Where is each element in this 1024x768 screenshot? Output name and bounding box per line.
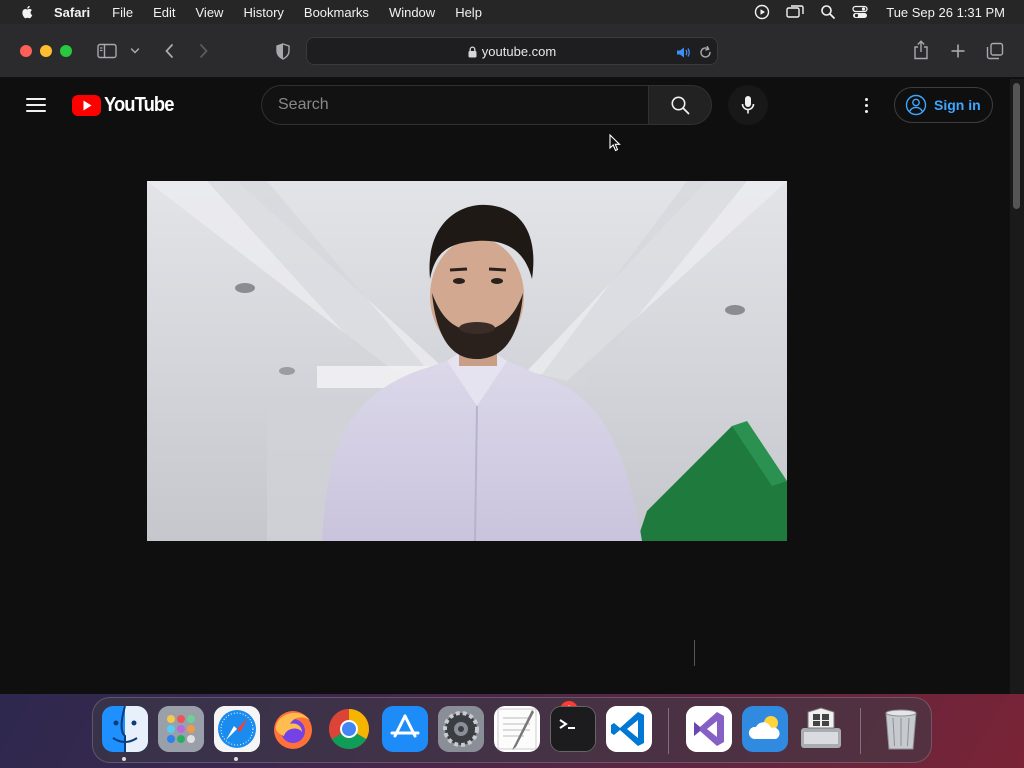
account-circle-icon [905,94,927,116]
menu-bookmarks[interactable]: Bookmarks [304,5,369,20]
youtube-wordmark: YouTube [104,94,174,116]
privacy-shield-icon[interactable] [274,41,292,61]
play-icon[interactable] [754,4,770,20]
back-chevron-icon[interactable] [160,41,178,61]
dock-separator [668,708,669,754]
firefox-icon [274,711,312,749]
youtube-logo[interactable]: YouTube [72,94,180,117]
terminal-icon [551,707,595,751]
textedit-icon [497,708,537,750]
dock-app-launchpad[interactable] [158,706,204,752]
tab-group-chevron-down-icon[interactable] [129,44,141,58]
lock-icon [468,45,477,57]
apple-menu-icon[interactable] [19,4,35,20]
dock-separator-trash [860,708,861,754]
menu-window[interactable]: Window [389,5,435,20]
dock-app-chrome[interactable] [326,706,372,752]
menu-edit[interactable]: Edit [153,5,175,20]
speaker-audio-icon[interactable] [675,44,691,60]
menu-bar: Safari File Edit View History Bookmarks … [0,0,1024,24]
dock-app-finder[interactable] [102,706,148,752]
address-bar-url: youtube.com [481,44,557,59]
dock: 1 [92,697,932,763]
safari-compass-icon [214,706,260,752]
mouse-pointer-icon [609,134,621,152]
dock-app-textedit[interactable] [494,706,540,752]
weather-cloud-icon [742,706,788,752]
dock-app-trash[interactable] [878,706,924,752]
text-cursor-caret [694,640,695,666]
finder-icon [102,706,148,752]
safari-window: youtube.com YouTube Search Sign in [0,24,1024,694]
trash-icon [885,709,917,750]
voice-search-button[interactable] [728,85,768,125]
hamburger-menu-icon[interactable] [26,98,46,112]
search-icon [671,96,690,115]
dock-app-terminal[interactable] [550,706,596,752]
youtube-page: YouTube Sign in [0,79,1024,694]
dock-app-visual-studio[interactable] [686,706,732,752]
boot-camp-icon [801,707,841,748]
sign-in-label: Sign in [934,97,981,113]
address-bar[interactable]: youtube.com [306,37,718,65]
app-store-icon [382,706,428,752]
tab-overview-icon[interactable] [985,41,1005,61]
reload-icon[interactable] [697,44,713,60]
screen-mirroring-icon[interactable] [786,4,804,20]
microphone-icon [741,96,755,114]
menu-file[interactable]: File [112,5,133,20]
finder-running-dot [122,757,126,761]
menu-app-name[interactable]: Safari [54,5,90,20]
dock-app-system-settings[interactable] [438,706,484,752]
video-frame-image [147,181,787,541]
forward-chevron-icon[interactable] [195,41,213,61]
menu-view[interactable]: View [196,5,224,20]
new-tab-plus-icon[interactable] [948,41,968,61]
menu-history[interactable]: History [243,5,283,20]
dock-app-weather[interactable] [742,706,788,752]
window-close-button[interactable] [20,45,32,57]
video-player[interactable] [147,181,787,541]
safari-running-dot [234,757,238,761]
search-button[interactable] [648,85,712,125]
spotlight-search-icon[interactable] [820,4,836,20]
sign-in-button[interactable]: Sign in [894,87,993,123]
dock-app-firefox[interactable] [270,706,316,752]
dock-app-app-store[interactable] [382,706,428,752]
visual-studio-icon [686,706,732,752]
youtube-header: YouTube Sign in [0,79,1010,133]
safari-toolbar: youtube.com [0,24,1024,78]
dock-app-vscode[interactable] [606,706,652,752]
sidebar-toggle-icon[interactable] [96,41,118,61]
page-scrollbar-thumb[interactable] [1013,83,1020,209]
vscode-icon [606,706,652,752]
launchpad-icon [158,706,204,752]
dock-app-boot-camp[interactable] [798,706,844,752]
gear-icon [438,706,484,752]
settings-more-icon[interactable] [856,95,876,115]
share-icon[interactable] [911,39,931,61]
menu-bar-clock[interactable]: Tue Sep 26 1:31 PM [886,5,1005,20]
dock-app-safari[interactable] [214,706,260,752]
control-center-icon[interactable] [852,4,868,20]
window-minimize-button[interactable] [40,45,52,57]
menu-help[interactable]: Help [455,5,482,20]
search-input[interactable] [262,86,649,124]
chrome-icon [329,709,369,749]
window-zoom-button[interactable] [60,45,72,57]
youtube-play-logo-icon [72,95,101,116]
search-box[interactable] [261,85,649,125]
